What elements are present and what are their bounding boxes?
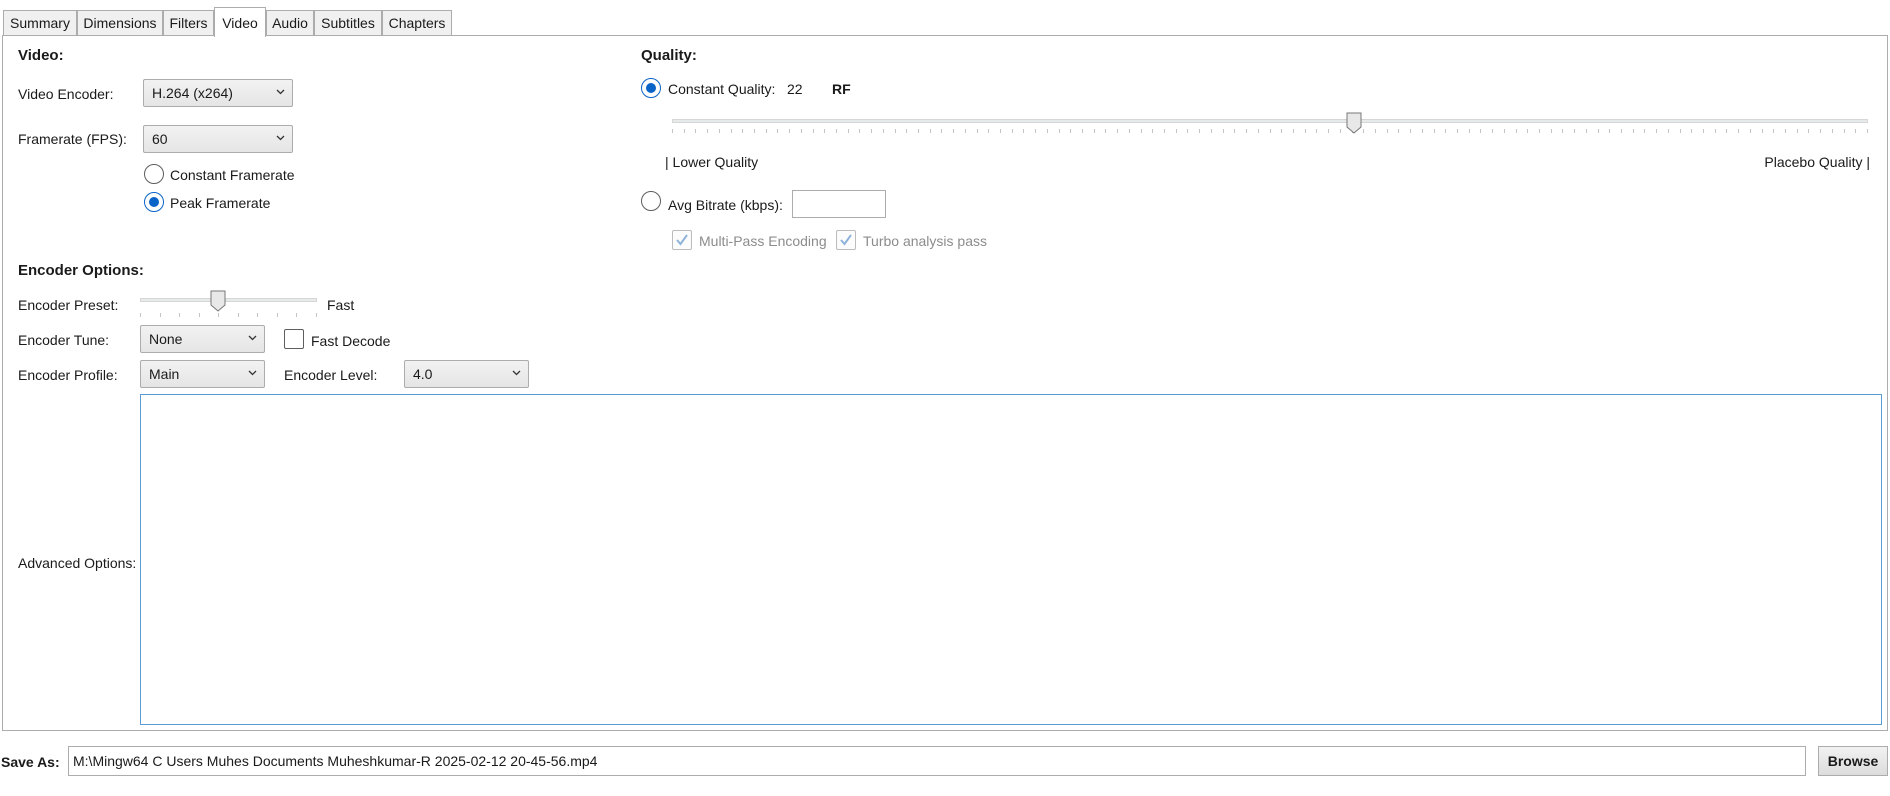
tab-filters[interactable]: Filters [163, 10, 214, 35]
quality-slider-ticks [672, 129, 1868, 133]
save-as-input[interactable]: M:\Mingw64 C Users Muhes Documents Muhes… [68, 746, 1806, 776]
lower-quality-label: | Lower Quality [665, 154, 759, 170]
tab-label: Chapters [388, 15, 446, 31]
encoder-preset-thumb[interactable] [210, 290, 226, 312]
framerate-select[interactable]: 60 [143, 125, 293, 153]
chevron-down-icon [248, 335, 257, 341]
encoder-options-title: Encoder Options: [18, 262, 144, 279]
quality-slider-thumb[interactable] [1346, 112, 1362, 134]
video-encoder-select[interactable]: H.264 (x264) [143, 79, 293, 107]
advanced-options-label: Advanced Options: [18, 555, 137, 571]
tab-label: Audio [272, 15, 308, 31]
browse-button[interactable]: Browse [1818, 746, 1888, 776]
encoder-preset-label: Encoder Preset: [18, 297, 119, 313]
encoder-level-label: Encoder Level: [284, 367, 378, 383]
peak-framerate-label: Peak Framerate [170, 195, 271, 211]
encoder-preset-ticks [140, 313, 317, 317]
multipass-checkbox[interactable] [672, 230, 692, 250]
multipass-label: Multi-Pass Encoding [699, 233, 827, 249]
tab-label: Subtitles [321, 15, 375, 31]
encoder-profile-value: Main [149, 366, 180, 382]
turbo-label: Turbo analysis pass [863, 233, 987, 249]
tab-chapters[interactable]: Chapters [382, 10, 452, 35]
advanced-options-textarea[interactable] [140, 394, 1882, 725]
constant-quality-radio[interactable] [641, 78, 661, 98]
tab-label: Dimensions [83, 15, 157, 31]
video-encoder-label: Video Encoder: [18, 86, 114, 102]
tab-video[interactable]: Video [214, 7, 266, 37]
checkmark-icon [840, 234, 852, 246]
save-as-label: Save As: [1, 754, 60, 770]
checkmark-icon [676, 234, 688, 246]
framerate-label: Framerate (FPS): [18, 131, 127, 147]
encoder-preset-track[interactable] [140, 298, 317, 302]
encoder-tune-select[interactable]: None [140, 325, 265, 353]
fast-decode-checkbox[interactable] [284, 329, 304, 349]
tab-label: Summary [10, 15, 70, 31]
encoder-tune-value: None [149, 331, 183, 347]
chevron-down-icon [512, 370, 521, 376]
tab-subtitles[interactable]: Subtitles [314, 10, 382, 35]
constant-framerate-radio[interactable] [144, 164, 164, 184]
framerate-value: 60 [152, 131, 168, 147]
quality-unit: RF [832, 81, 851, 97]
chevron-down-icon [276, 89, 285, 95]
tab-dimensions[interactable]: Dimensions [77, 10, 163, 35]
peak-framerate-radio[interactable] [144, 192, 164, 212]
encoder-profile-label: Encoder Profile: [18, 367, 118, 383]
encoder-profile-select[interactable]: Main [140, 360, 265, 388]
avg-bitrate-label: Avg Bitrate (kbps): [668, 197, 783, 213]
constant-quality-label: Constant Quality: [668, 81, 776, 97]
tab-label: Filters [169, 15, 208, 31]
constant-framerate-label: Constant Framerate [170, 167, 295, 183]
tab-summary[interactable]: Summary [3, 10, 77, 35]
encoder-preset-value: Fast [327, 297, 355, 313]
turbo-checkbox[interactable] [836, 230, 856, 250]
encoder-level-select[interactable]: 4.0 [404, 360, 529, 388]
quality-section-title: Quality: [641, 47, 697, 64]
video-encoder-value: H.264 (x264) [152, 85, 233, 101]
encoder-level-value: 4.0 [413, 366, 433, 382]
avg-bitrate-input[interactable] [792, 190, 886, 218]
avg-bitrate-radio[interactable] [641, 191, 661, 211]
fast-decode-label: Fast Decode [311, 333, 391, 349]
chevron-down-icon [248, 370, 257, 376]
tab-label: Video [222, 14, 258, 31]
tab-audio[interactable]: Audio [266, 10, 314, 35]
placebo-quality-label: Placebo Quality | [1764, 154, 1870, 170]
encoder-tune-label: Encoder Tune: [18, 332, 110, 348]
video-section-title: Video: [18, 47, 64, 64]
quality-slider-track[interactable] [672, 119, 1868, 123]
chevron-down-icon [276, 135, 285, 141]
quality-value: 22 [787, 81, 803, 97]
